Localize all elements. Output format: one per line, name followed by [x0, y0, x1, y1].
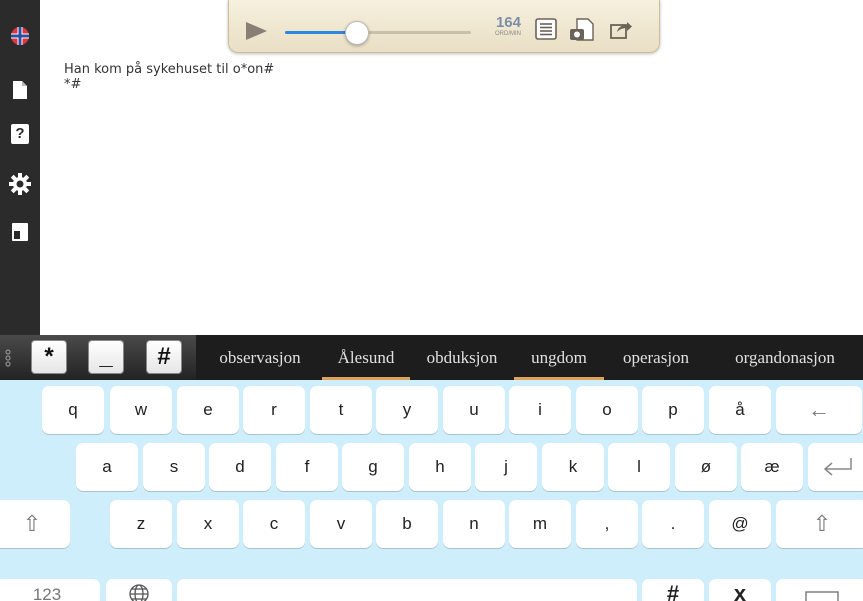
- return-key[interactable]: [808, 443, 863, 491]
- speed-slider[interactable]: [285, 21, 471, 45]
- space-key[interactable]: [177, 579, 637, 601]
- keyboard-icon: [805, 591, 839, 601]
- symbol-key-underscore[interactable]: _: [88, 340, 124, 374]
- suggestion-label: operasjon: [622, 348, 690, 367]
- key-e[interactable]: e: [177, 386, 239, 434]
- return-icon: [823, 458, 852, 476]
- suggestion-ungdom[interactable]: ungdom: [514, 335, 604, 380]
- speed-value: 164: [495, 14, 521, 31]
- play-button[interactable]: [243, 20, 269, 47]
- document-line-1: Han kom på sykehuset til o*on#: [64, 62, 275, 77]
- key-d[interactable]: d: [209, 443, 271, 491]
- shift-key-right[interactable]: ⇧: [776, 500, 863, 548]
- suggestion-label: obduksjon: [426, 348, 498, 367]
- key-n[interactable]: n: [443, 500, 505, 548]
- onscreen-keyboard: q w e r t y u i o p å ← a s d f g h j k …: [0, 380, 863, 601]
- document-line-2: *#: [64, 77, 82, 92]
- suggestion-operasjon[interactable]: operasjon: [604, 335, 708, 380]
- text-list-icon: [535, 18, 557, 40]
- suggestion-obduksjon[interactable]: obduksjon: [410, 335, 514, 380]
- backspace-key[interactable]: ←: [776, 386, 862, 434]
- camera-document-button[interactable]: [569, 18, 594, 42]
- key-q[interactable]: q: [42, 386, 104, 434]
- symbol-key-hash[interactable]: #: [146, 340, 182, 374]
- document-text[interactable]: Han kom på sykehuset til o*on# *#: [64, 62, 274, 92]
- key-i[interactable]: i: [509, 386, 571, 434]
- playback-toolbar: 164 ORD/MIN: [228, 0, 660, 53]
- hide-keyboard-key[interactable]: [776, 579, 863, 601]
- key-l[interactable]: l: [608, 443, 670, 491]
- key-s[interactable]: s: [143, 443, 205, 491]
- key-y[interactable]: y: [376, 386, 438, 434]
- key-p[interactable]: p: [642, 386, 704, 434]
- camera-document-icon: [570, 18, 594, 41]
- sidebar: ?: [0, 0, 40, 335]
- key-t[interactable]: t: [310, 386, 372, 434]
- key-f[interactable]: f: [276, 443, 338, 491]
- drag-handle-icon[interactable]: [4, 349, 12, 367]
- key-oslash[interactable]: ø: [675, 443, 737, 491]
- globe-icon: [129, 584, 149, 601]
- numbers-key[interactable]: 123: [0, 579, 100, 601]
- key-o[interactable]: o: [576, 386, 638, 434]
- gear-icon[interactable]: [8, 172, 32, 196]
- speed-unit: ORD/MIN: [495, 31, 521, 37]
- key-aring[interactable]: å: [709, 386, 771, 434]
- key-hash[interactable]: #: [642, 579, 704, 601]
- speed-readout: 164 ORD/MIN: [477, 15, 521, 45]
- key-x-bottom[interactable]: x: [709, 579, 771, 601]
- key-b[interactable]: b: [376, 500, 438, 548]
- key-ae[interactable]: æ: [741, 443, 803, 491]
- key-v[interactable]: v: [310, 500, 372, 548]
- key-j[interactable]: j: [475, 443, 537, 491]
- suggestion-label: Ålesund: [337, 348, 395, 367]
- shift-key-left[interactable]: ⇧: [0, 500, 70, 548]
- suggestion-observasjon[interactable]: observasjon: [198, 335, 322, 380]
- key-z[interactable]: z: [110, 500, 172, 548]
- suggestion-label: observasjon: [219, 348, 301, 367]
- key-r[interactable]: r: [243, 386, 305, 434]
- key-m[interactable]: m: [509, 500, 571, 548]
- key-comma[interactable]: ,: [576, 500, 638, 548]
- share-button[interactable]: [609, 18, 633, 42]
- speed-slider-thumb[interactable]: [344, 21, 369, 45]
- key-at[interactable]: @: [709, 500, 771, 548]
- play-icon: [246, 22, 267, 40]
- key-x[interactable]: x: [177, 500, 239, 548]
- key-period[interactable]: .: [642, 500, 704, 548]
- symbol-key-asterisk[interactable]: *: [31, 340, 67, 374]
- key-k[interactable]: k: [542, 443, 604, 491]
- key-a[interactable]: a: [76, 443, 138, 491]
- suggestion-label: organdonasjon: [735, 348, 835, 367]
- document-icon[interactable]: [8, 78, 32, 102]
- word-suggestions: observasjon Ålesund obduksjon ungdom ope…: [196, 335, 863, 380]
- text-list-button[interactable]: [535, 18, 559, 42]
- key-w[interactable]: w: [110, 386, 172, 434]
- layout-icon[interactable]: [8, 220, 32, 244]
- flag-icon[interactable]: [8, 24, 32, 48]
- key-g[interactable]: g: [342, 443, 404, 491]
- help-icon[interactable]: ?: [8, 122, 32, 146]
- suggestion-alesund[interactable]: Ålesund: [322, 335, 410, 380]
- suggestion-label: ungdom: [531, 348, 587, 367]
- suggestion-bar: * _ # observasjon Ålesund obduksjon ungd…: [0, 335, 863, 380]
- help-icon-label: ?: [11, 124, 29, 144]
- key-u[interactable]: u: [443, 386, 505, 434]
- globe-key[interactable]: [106, 579, 172, 601]
- share-icon: [610, 22, 632, 39]
- key-h[interactable]: h: [409, 443, 471, 491]
- key-c[interactable]: c: [243, 500, 305, 548]
- suggestion-organdonasjon[interactable]: organdonasjon: [708, 335, 862, 380]
